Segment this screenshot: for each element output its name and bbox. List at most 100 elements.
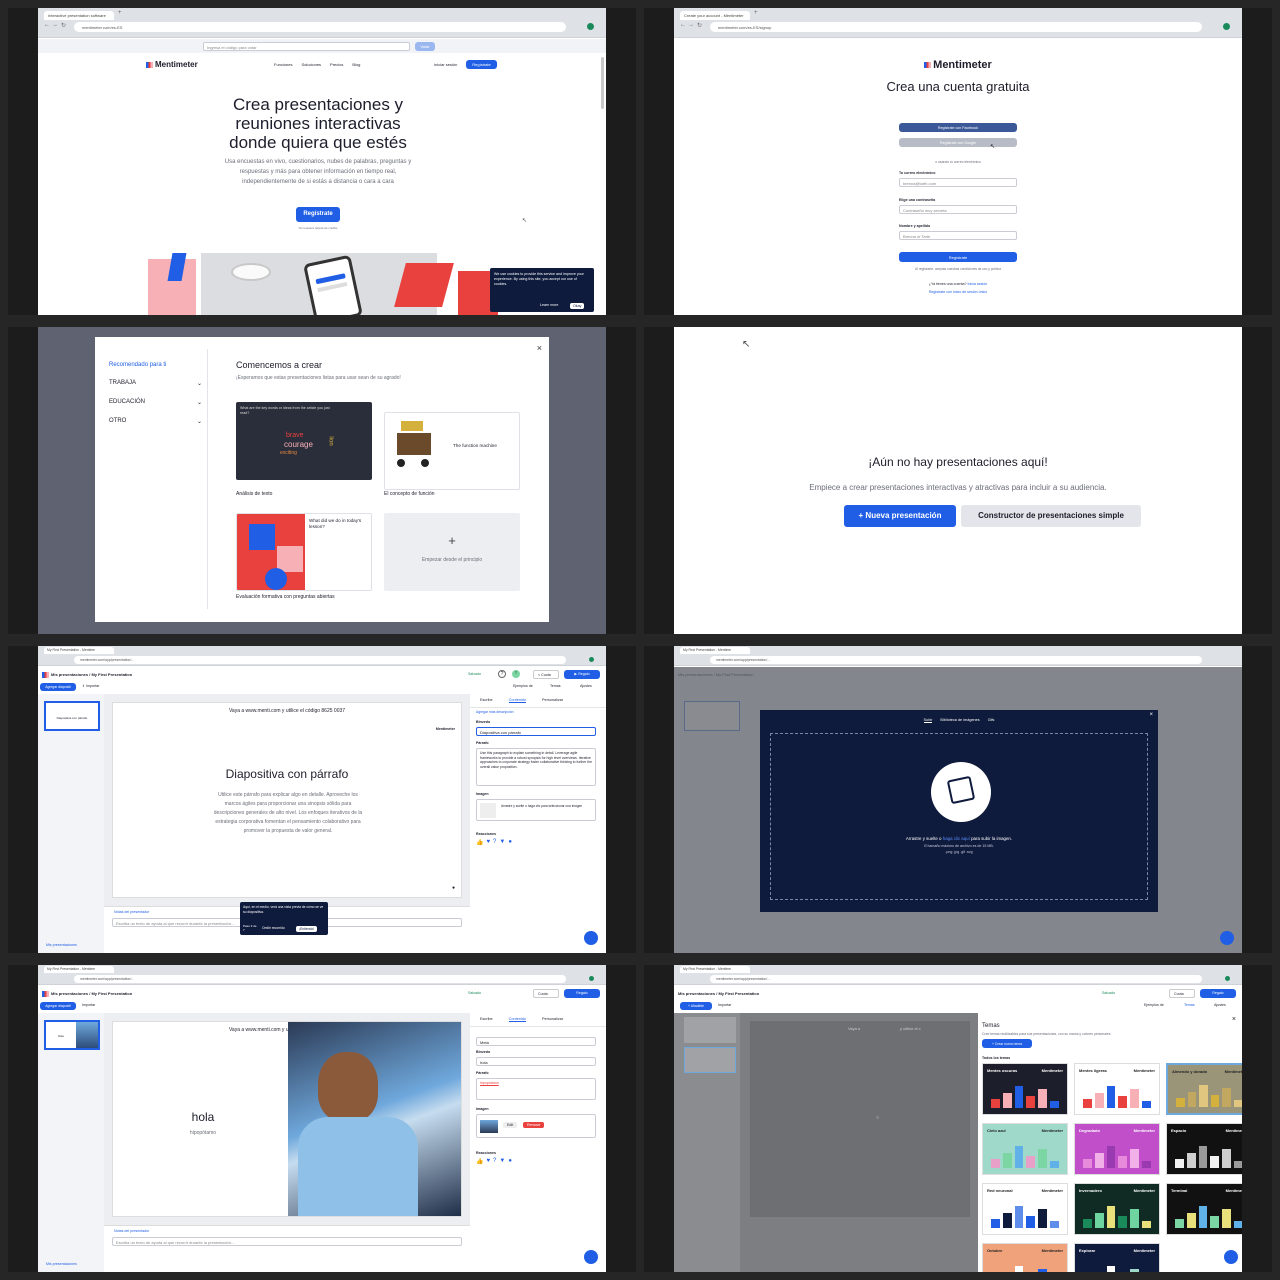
slide-preview[interactable]: Vaya a www.menti.com y utilice el código…	[112, 702, 462, 898]
present-button[interactable]: Regalo	[564, 989, 600, 998]
slide-preview[interactable]: Vaya a www.menti.com y utilice el código…	[112, 1021, 462, 1217]
question-icon[interactable]: ?	[493, 1158, 496, 1165]
chat-support-icon[interactable]	[1220, 931, 1234, 945]
address-bar[interactable]: mentimeter.com/app/presentation/...	[710, 656, 1202, 664]
tab-upload[interactable]: Subir	[923, 718, 933, 723]
share-button[interactable]: < Cuota	[533, 670, 559, 679]
thumbs-down-icon[interactable]: ▼	[499, 839, 505, 846]
theme-card[interactable]: Mentes oscuras Mentimeter	[982, 1063, 1068, 1115]
category-item[interactable]: TRABAJA ⌄	[109, 380, 202, 387]
user-avatar[interactable]: T	[512, 670, 520, 678]
heart-icon[interactable]: ♥	[486, 1158, 490, 1165]
address-bar[interactable]: mentimeter.com/app/presentation/...	[74, 975, 566, 983]
nav-item[interactable]: Funciones	[274, 62, 292, 67]
profile-avatar[interactable]	[1223, 23, 1230, 30]
slide-thumbnail[interactable]	[684, 1047, 736, 1073]
import-button[interactable]: ⇪ Importar	[82, 684, 99, 688]
cat-icon[interactable]: ●	[508, 839, 512, 846]
address-bar[interactable]: mentimeter.com/app/presentation/...	[710, 975, 1202, 983]
forward-icon[interactable]: →	[52, 22, 58, 28]
new-tab-icon[interactable]: +	[754, 10, 758, 16]
tooltip-skip[interactable]: Omitir recorrido	[262, 926, 285, 930]
theme-card[interactable]: Red neuronal Mentimeter	[982, 1183, 1068, 1235]
facebook-signup-button[interactable]: Regístrate con Facebook	[899, 123, 1017, 132]
email-field[interactable]: brenna@tarth.com	[899, 178, 1017, 187]
breadcrumb[interactable]: Mis presentaciones / My First Presentati…	[678, 991, 759, 996]
chat-support-icon[interactable]	[584, 931, 598, 945]
present-button[interactable]: ▶ Regalo	[564, 670, 600, 679]
browser-tab[interactable]: My First Presentation - Mentime	[44, 966, 114, 973]
thumbs-up-icon[interactable]: 👍	[476, 1158, 483, 1165]
address-bar[interactable]: mentimeter.com/app/presentation/...	[74, 656, 566, 664]
back-icon[interactable]: ←	[44, 22, 50, 28]
address-bar[interactable]: mentimeter.com/es-ES/signup	[710, 22, 1202, 32]
theme-card[interactable]: Octubre Mentimeter	[982, 1243, 1068, 1272]
thumbs-down-icon[interactable]: ▼	[499, 1158, 505, 1165]
tab-write[interactable]: Escribe	[480, 698, 493, 703]
present-button[interactable]: Regalo	[1200, 989, 1236, 998]
notes-input[interactable]: Escriba un texto de ayuda al que recurri…	[112, 1237, 462, 1246]
image-edit-button[interactable]: Edit	[503, 1122, 518, 1128]
profile-avatar[interactable]	[587, 23, 594, 30]
add-slide-button[interactable]: + Añadible	[680, 1002, 712, 1010]
settings-link[interactable]: Ajustes	[1214, 1003, 1226, 1007]
nav-item[interactable]: Soluciones	[301, 62, 321, 67]
breadcrumb-text[interactable]: Mis presentaciones / My First Presentati…	[51, 991, 132, 996]
meta-input[interactable]: Meta	[476, 1037, 596, 1046]
theme-card[interactable]: Cielo azul Mentimeter	[982, 1123, 1068, 1175]
reload-icon[interactable]: ↻	[697, 22, 702, 29]
new-tab-icon[interactable]: +	[118, 10, 122, 16]
tab-customize[interactable]: Personalizar	[542, 1017, 563, 1022]
add-slide-button[interactable]: Agregar diapositi	[40, 683, 76, 691]
theme-card[interactable]: Almendo y dorado Mentimeter	[1166, 1063, 1242, 1115]
import-button[interactable]: Importar	[718, 1003, 731, 1007]
browser-tab[interactable]: My First Presentation - Mentime	[680, 966, 750, 973]
back-icon[interactable]: ←	[680, 22, 686, 28]
profile-avatar[interactable]	[589, 976, 594, 981]
image-dropzone[interactable]: Arrastre y suelte o haga clic para selec…	[476, 799, 596, 821]
tab-content[interactable]: Contenido	[508, 698, 526, 703]
browser-tab[interactable]: Interactive presentation software	[44, 11, 114, 20]
my-presentations-link[interactable]: Mis presentaciones	[46, 1262, 77, 1266]
heading-input[interactable]: Diapositiva con párrafo	[476, 727, 596, 736]
themes-link[interactable]: Temas	[550, 684, 561, 688]
heading-input[interactable]: hola	[476, 1057, 596, 1066]
recommended-link[interactable]: Recomendado para ti	[109, 362, 166, 368]
help-icon[interactable]: ?	[498, 670, 506, 678]
close-icon[interactable]: ×	[537, 343, 542, 353]
settings-link[interactable]: Ajustes	[580, 684, 592, 688]
question-icon[interactable]: ?	[493, 839, 496, 846]
examples-link[interactable]: Ejemplos de	[513, 684, 533, 688]
slide-thumbnail[interactable]	[684, 1017, 736, 1043]
theme-card[interactable]: Degradado Mentimeter	[1074, 1123, 1160, 1175]
login-link[interactable]: Inicia sesión	[967, 282, 987, 286]
create-theme-button[interactable]: + Crear nuevo tema	[982, 1039, 1032, 1048]
category-item[interactable]: OTRO ⌄	[109, 418, 202, 425]
browser-tab[interactable]: Create your account - Mentimeter	[680, 11, 750, 20]
my-presentations-link[interactable]: Mis presentaciones	[46, 943, 77, 947]
browser-tab[interactable]: My First Presentation - Mentime	[44, 647, 114, 654]
tab-gifs[interactable]: Gifs	[988, 718, 995, 723]
theme-card[interactable]: Terminal Mentimeter	[1166, 1183, 1242, 1235]
image-remove-button[interactable]: Remove	[523, 1122, 545, 1128]
simple-builder-button[interactable]: Constructor de presentaciones simple	[961, 505, 1141, 527]
start-blank-card[interactable]: + Empezar desde el principio	[384, 513, 520, 591]
new-presentation-button[interactable]: + Nueva presentación	[844, 505, 956, 527]
code-input[interactable]: Ingresa el código para votar	[203, 42, 410, 51]
hero-cta-button[interactable]: Regístrate	[296, 207, 340, 222]
add-description-link[interactable]: Agregar más descripción	[476, 710, 514, 714]
template-card[interactable]: The function machine	[384, 412, 520, 490]
reload-icon[interactable]: ↻	[61, 22, 66, 29]
share-button[interactable]: Cuota	[1169, 989, 1195, 998]
browse-link[interactable]: haga clic aquí	[943, 836, 970, 841]
browser-tab[interactable]: My First Presentation - Mentime	[680, 647, 750, 654]
themes-link[interactable]: Temas	[1184, 1003, 1195, 1007]
paragraph-input[interactable]: Use this paragraph to explain something …	[476, 748, 596, 786]
theme-card[interactable]: Explorar Mentimeter	[1074, 1243, 1160, 1272]
name-field[interactable]: Brenna of Tarth	[899, 231, 1017, 240]
google-signup-button[interactable]: Regístrate con Google	[899, 138, 1017, 147]
brand-logo[interactable]: Mentimeter	[146, 60, 198, 69]
tab-content[interactable]: Contenido	[508, 1017, 526, 1022]
slide-thumbnail[interactable]: Diapositiva con párrafo	[44, 701, 100, 731]
tab-write[interactable]: Escribe	[480, 1017, 493, 1022]
